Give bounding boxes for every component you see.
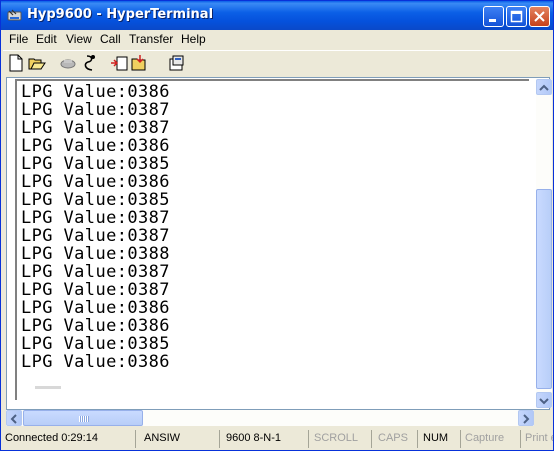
grip-icon [79,416,89,422]
hyperterminal-window: Hyp9600 - HyperTerminal File Edit View C… [0,0,554,451]
title-bar[interactable]: Hyp9600 - HyperTerminal [1,1,553,30]
chevron-right-icon [523,414,530,424]
menu-help[interactable]: Help [181,32,206,46]
terminal-line: LPG Value:0385 [21,334,170,354]
close-button[interactable] [529,6,550,27]
minimize-icon [489,19,496,22]
chevron-up-icon [539,84,549,91]
disconnect-icon[interactable] [59,54,77,72]
window-title: Hyp9600 - HyperTerminal [27,7,214,22]
minimize-button[interactable] [483,6,504,27]
hangup-icon[interactable] [81,54,99,72]
status-scroll: SCROLL [312,430,372,448]
terminal-line: LPG Value:0387 [21,118,170,138]
terminal-output: LPG Value:0386 LPG Value:0387 LPG Value:… [21,83,170,371]
menu-edit[interactable]: Edit [36,32,57,46]
terminal-line: LPG Value:0387 [21,226,170,246]
toolbar [3,50,551,77]
terminal-line: LPG Value:0386 [21,136,170,156]
terminal-line: LPG Value:0385 [21,190,170,210]
terminal-line: LPG Value:0387 [21,280,170,300]
status-capture: Capture [463,430,521,448]
scroll-down-button[interactable] [536,392,552,408]
terminal-screen[interactable]: LPG Value:0386 LPG Value:0387 LPG Value:… [15,79,529,400]
terminal-line: LPG Value:0386 [21,172,170,192]
status-bar: Connected 0:29:14 ANSIW 9600 8-N-1 SCROL… [3,429,553,450]
chevron-left-icon [10,414,17,424]
hyperterminal-app-icon [7,9,22,21]
scroll-left-button[interactable] [6,410,22,426]
menu-transfer[interactable]: Transfer [129,32,173,46]
maximize-button[interactable] [506,6,527,27]
terminal-line: LPG Value:0387 [21,262,170,282]
terminal-area[interactable]: LPG Value:0386 LPG Value:0387 LPG Value:… [6,77,552,410]
terminal-line: LPG Value:0386 [21,298,170,318]
horizontal-scrollbar[interactable] [6,410,534,426]
menu-file[interactable]: File [9,32,28,46]
terminal-line: LPG Value:0386 [21,82,170,102]
status-connected: Connected 0:29:14 [3,430,136,448]
chevron-down-icon [539,398,549,405]
vertical-scroll-thumb[interactable] [536,189,552,389]
text-cursor [35,386,61,389]
scroll-up-button[interactable] [536,79,552,95]
status-num: NUM [421,430,461,448]
terminal-line: LPG Value:0387 [21,208,170,228]
horizontal-scroll-thumb[interactable] [23,410,143,426]
menu-call[interactable]: Call [100,32,121,46]
status-print-echo: Print echo [525,432,553,444]
new-icon[interactable] [7,54,25,72]
status-caps: CAPS [376,430,418,448]
send-icon[interactable] [110,54,128,72]
menu-bar: File Edit View Call Transfer Help [3,30,551,49]
close-icon [534,11,545,22]
terminal-line: LPG Value:0388 [21,244,170,264]
maximize-icon [510,10,523,23]
vertical-scrollbar[interactable] [536,79,552,408]
terminal-line: LPG Value:0385 [21,154,170,174]
terminal-line: LPG Value:0386 [21,352,170,372]
status-settings: 9600 8-N-1 [224,430,309,448]
properties-icon[interactable] [167,54,185,72]
menu-view[interactable]: View [66,32,92,46]
receive-icon[interactable] [131,54,149,72]
status-emulation: ANSIW [142,430,220,448]
terminal-line: LPG Value:0387 [21,100,170,120]
scroll-right-button[interactable] [518,410,534,426]
terminal-line: LPG Value:0386 [21,316,170,336]
open-icon[interactable] [28,54,46,72]
